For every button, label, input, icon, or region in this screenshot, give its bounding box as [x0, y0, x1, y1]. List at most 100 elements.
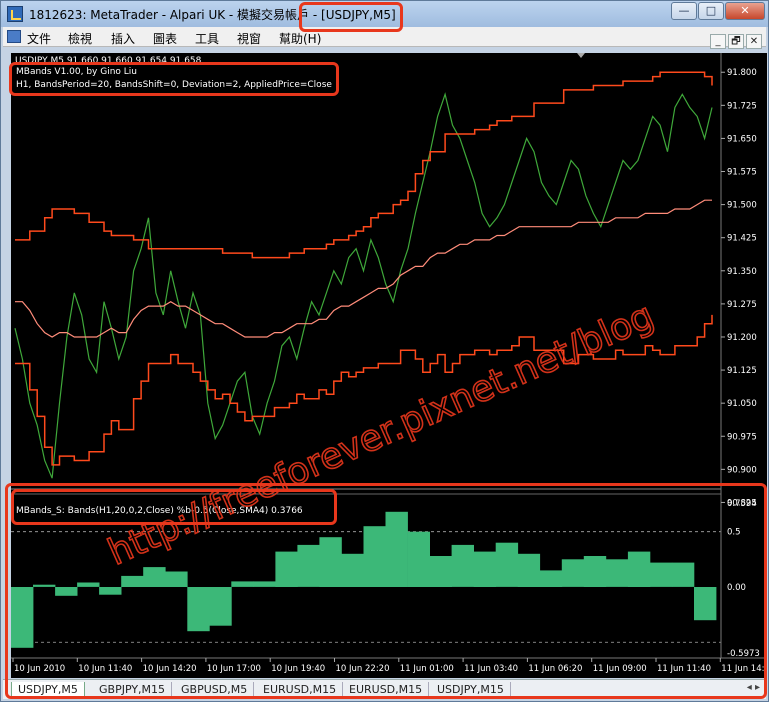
histogram-bar: [605, 559, 629, 587]
tab-eurusd-m15[interactable]: EURUSD,M15: [257, 682, 344, 698]
child-close-button[interactable]: ✕: [746, 34, 762, 49]
histogram-bar: [319, 537, 342, 587]
menu-bar: 文件 檢視 插入 圖表 工具 視窗 幫助(H) _ 🗗 ✕: [3, 27, 766, 49]
upper-band-line: [15, 71, 713, 259]
chart-area[interactable]: 91.800 91.725 91.650 91.575 91.500 91.425 91.3…: [11, 53, 767, 678]
close-button[interactable]: ✕: [725, 2, 765, 20]
histogram-bar: [539, 570, 563, 587]
histogram-bar: [495, 542, 519, 587]
window-title: 1812623: MetaTrader - Alpari UK - 模擬交易帳戶…: [29, 8, 396, 22]
title-bar[interactable]: 1812623: MetaTrader - Alpari UK - 模擬交易帳戶…: [1, 1, 768, 27]
histogram-bar: [385, 511, 408, 587]
price-tick-label: 90.900: [727, 465, 757, 475]
histogram-bar: [341, 553, 364, 587]
price-tick-label: 91.050: [727, 399, 757, 409]
tab-gbpusd-m5[interactable]: GBPUSD,M5: [175, 682, 255, 698]
histogram-bar: [275, 551, 298, 587]
histogram-bar: [517, 553, 541, 587]
time-axis: 10 Jun 2010 10 Jun 11:40 10 Jun 14:20 10 Ju…: [12, 658, 767, 674]
price-tick-label: 91.800: [727, 68, 757, 78]
histogram-bar: [429, 556, 452, 587]
time-tick-label: 10 Jun 11:40: [78, 664, 132, 674]
menu-file[interactable]: 文件: [27, 30, 51, 47]
child-minimize-button[interactable]: _: [710, 34, 726, 49]
tab-scroll-arrows-icon[interactable]: ◂ ▸: [747, 682, 760, 693]
tab-gbpjpy-m15[interactable]: GBPJPY,M15: [93, 682, 173, 698]
tab-usdjpy-m5[interactable]: USDJPY,M5: [11, 682, 85, 698]
histogram-bar: [55, 587, 78, 596]
histogram-bar: [11, 587, 34, 648]
histogram-bar: [77, 582, 100, 587]
histogram-bar: [143, 567, 166, 587]
histogram-bar: [363, 526, 386, 587]
price-tick-label: 90.975: [727, 432, 757, 442]
menu-window[interactable]: 視窗: [237, 30, 261, 47]
menu-view[interactable]: 檢視: [68, 30, 92, 47]
histogram-bar: [297, 544, 320, 587]
time-tick-label: 11 Jun 11:40: [657, 664, 711, 674]
subwindow-tick-label: -0.5973: [727, 649, 760, 659]
menu-help[interactable]: 幫助(H): [279, 30, 321, 47]
price-tick-label: 91.350: [727, 267, 757, 277]
time-tick-label: 10 Jun 2010: [14, 664, 65, 674]
price-tick-label: 91.200: [727, 333, 757, 343]
subwindow-tick-label: 0.00: [727, 583, 746, 593]
histogram-bar: [33, 584, 56, 587]
histogram-bar: [253, 581, 276, 587]
time-tick-label: 10 Jun 17:00: [207, 664, 261, 674]
time-tick-label: 11 Jun 09:00: [593, 664, 647, 674]
price-tick-label: 91.650: [727, 134, 757, 144]
subwindow-tick-label: 0.5: [727, 528, 741, 538]
price-tick-label: 91.125: [727, 366, 757, 376]
price-tick-label: 91.725: [727, 101, 757, 111]
histogram-bar: [583, 556, 607, 587]
histogram-bar: [649, 562, 673, 587]
metatrader-app-icon: [7, 6, 23, 22]
chart-shift-marker-icon[interactable]: [577, 53, 585, 58]
metatrader-window: 1812623: MetaTrader - Alpari UK - 模擬交易帳戶…: [0, 0, 769, 702]
minimize-button[interactable]: —: [671, 2, 697, 20]
histogram-bar: [694, 587, 717, 621]
time-tick-label: 10 Jun 14:20: [143, 664, 197, 674]
histogram-bar: [121, 575, 144, 587]
time-tick-label: 11 Jun 14:2: [721, 664, 767, 674]
child-restore-button[interactable]: 🗗: [728, 34, 744, 49]
child-window-controls: _ 🗗 ✕: [708, 29, 762, 49]
time-tick-label: 11 Jun 03:40: [464, 664, 518, 674]
maximize-button[interactable]: □: [698, 2, 724, 20]
histogram-bar: [473, 551, 497, 587]
indicator-params: H1, BandsPeriod=20, BandsShift=0, Deviat…: [16, 80, 332, 90]
histogram-bar: [671, 562, 695, 587]
menu-insert[interactable]: 插入: [111, 30, 135, 47]
histogram-bar: [187, 587, 210, 632]
histogram-bar: [165, 571, 188, 587]
histogram-bar: [99, 587, 122, 595]
histogram-bar: [231, 581, 254, 587]
time-tick-label: 11 Jun 01:00: [400, 664, 454, 674]
histogram-bar: [627, 551, 651, 587]
symbol-info-line: USDJPY,M5 91.660 91.660 91.654 91.658: [15, 56, 202, 66]
time-tick-label: 11 Jun 06:20: [528, 664, 582, 674]
price-tick-label: 91.425: [727, 234, 757, 244]
price-axis: 91.800 91.725 91.650 91.575 91.500 91.425 91.3…: [721, 68, 757, 508]
price-tick-label: 91.500: [727, 201, 757, 211]
histogram-bar: [451, 544, 474, 587]
indicator-name: MBands V1.00, by Gino Liu: [16, 67, 137, 77]
price-chart[interactable]: 91.800 91.725 91.650 91.575 91.500 91.425 91.3…: [11, 53, 767, 678]
tab-usdjpy-m15[interactable]: USDJPY,M15: [431, 682, 511, 698]
price-tick-label: 91.275: [727, 300, 757, 310]
chart-tab-bar: USDJPY,M5 GBPJPY,M15 GBPUSD,M5 EURUSD,M1…: [3, 679, 766, 699]
menu-tools[interactable]: 工具: [195, 30, 219, 47]
time-tick-label: 10 Jun 22:20: [336, 664, 390, 674]
chart-window-icon[interactable]: [7, 30, 21, 43]
subwindow-tick-label: 0.7594: [727, 499, 757, 509]
time-tick-label: 10 Jun 19:40: [271, 664, 325, 674]
tab-eurusd-m15-2[interactable]: EURUSD,M15: [343, 682, 430, 698]
histogram-bar: [209, 587, 232, 626]
main-chart-layer: [14, 71, 713, 479]
menu-charts[interactable]: 圖表: [153, 30, 177, 47]
price-tick-label: 91.575: [727, 168, 757, 178]
subwindow-axis: 0.7594 0.5 0.00 -0.5973: [727, 499, 760, 659]
histogram-bar: [561, 559, 585, 587]
histogram-bar: [407, 531, 430, 587]
